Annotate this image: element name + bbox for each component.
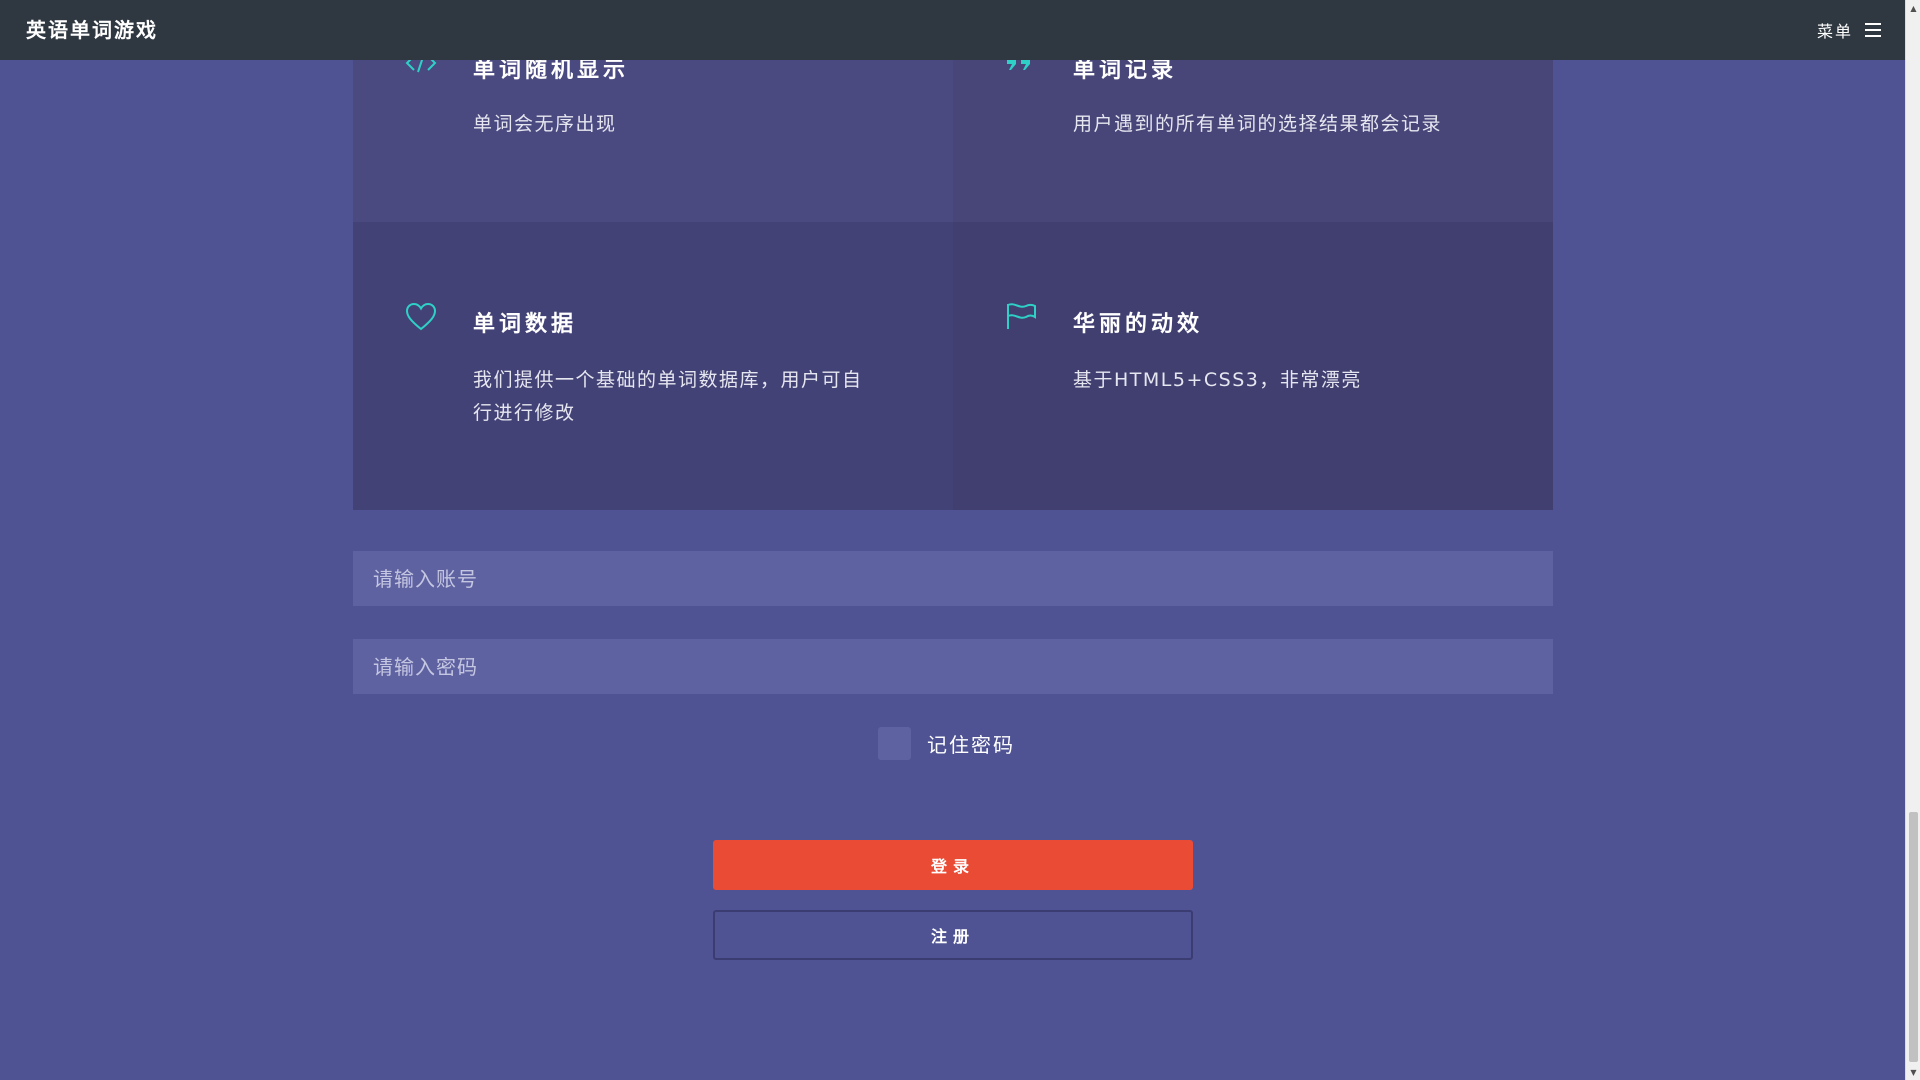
feature-description: 基于HTML5+CSS3，非常漂亮 [1073,369,1362,391]
scroll-up-arrow-icon[interactable]: ▲ [1906,0,1920,16]
page: 英语单词游戏 菜单 单词随机显示 单词会无序出现 单词记录 用户遇到的所有单词的… [0,0,1905,1080]
feature-card-effects: 华丽的动效 基于HTML5+CSS3，非常漂亮 [953,222,1553,510]
feature-description: 用户遇到的所有单词的选择结果都会记录 [1073,113,1443,135]
menu-button[interactable]: 菜单 [1817,18,1881,42]
register-button[interactable]: 注册 [713,910,1193,960]
password-input[interactable] [353,639,1553,694]
feature-description: 我们提供一个基础的单词数据库，用户可自行进行修改 [473,369,863,424]
hamburger-icon [1865,23,1881,37]
login-button[interactable]: 登录 [713,840,1193,890]
remember-checkbox[interactable] [878,727,911,760]
page-scrollbar[interactable]: ▲ ▼ [1905,0,1920,1080]
account-input[interactable] [353,551,1553,606]
remember-label: 记住密码 [927,733,1015,757]
menu-label: 菜单 [1816,22,1853,41]
feature-title: 单词数据 [473,312,578,337]
site-title[interactable]: 英语单词游戏 [26,14,158,43]
feature-title: 华丽的动效 [1073,312,1204,337]
heart-icon [405,302,437,336]
feature-description: 单词会无序出现 [473,113,617,135]
scroll-down-arrow-icon[interactable]: ▼ [1906,1064,1920,1080]
flag-icon [1005,302,1037,334]
features-grid: 单词随机显示 单词会无序出现 单词记录 用户遇到的所有单词的选择结果都会记录 单… [353,0,1553,510]
scroll-thumb[interactable] [1909,812,1918,1062]
top-navbar: 英语单词游戏 菜单 [0,0,1905,60]
feature-card-data: 单词数据 我们提供一个基础的单词数据库，用户可自行进行修改 [353,222,953,510]
remember-password-toggle[interactable]: 记住密码 [878,727,1015,760]
